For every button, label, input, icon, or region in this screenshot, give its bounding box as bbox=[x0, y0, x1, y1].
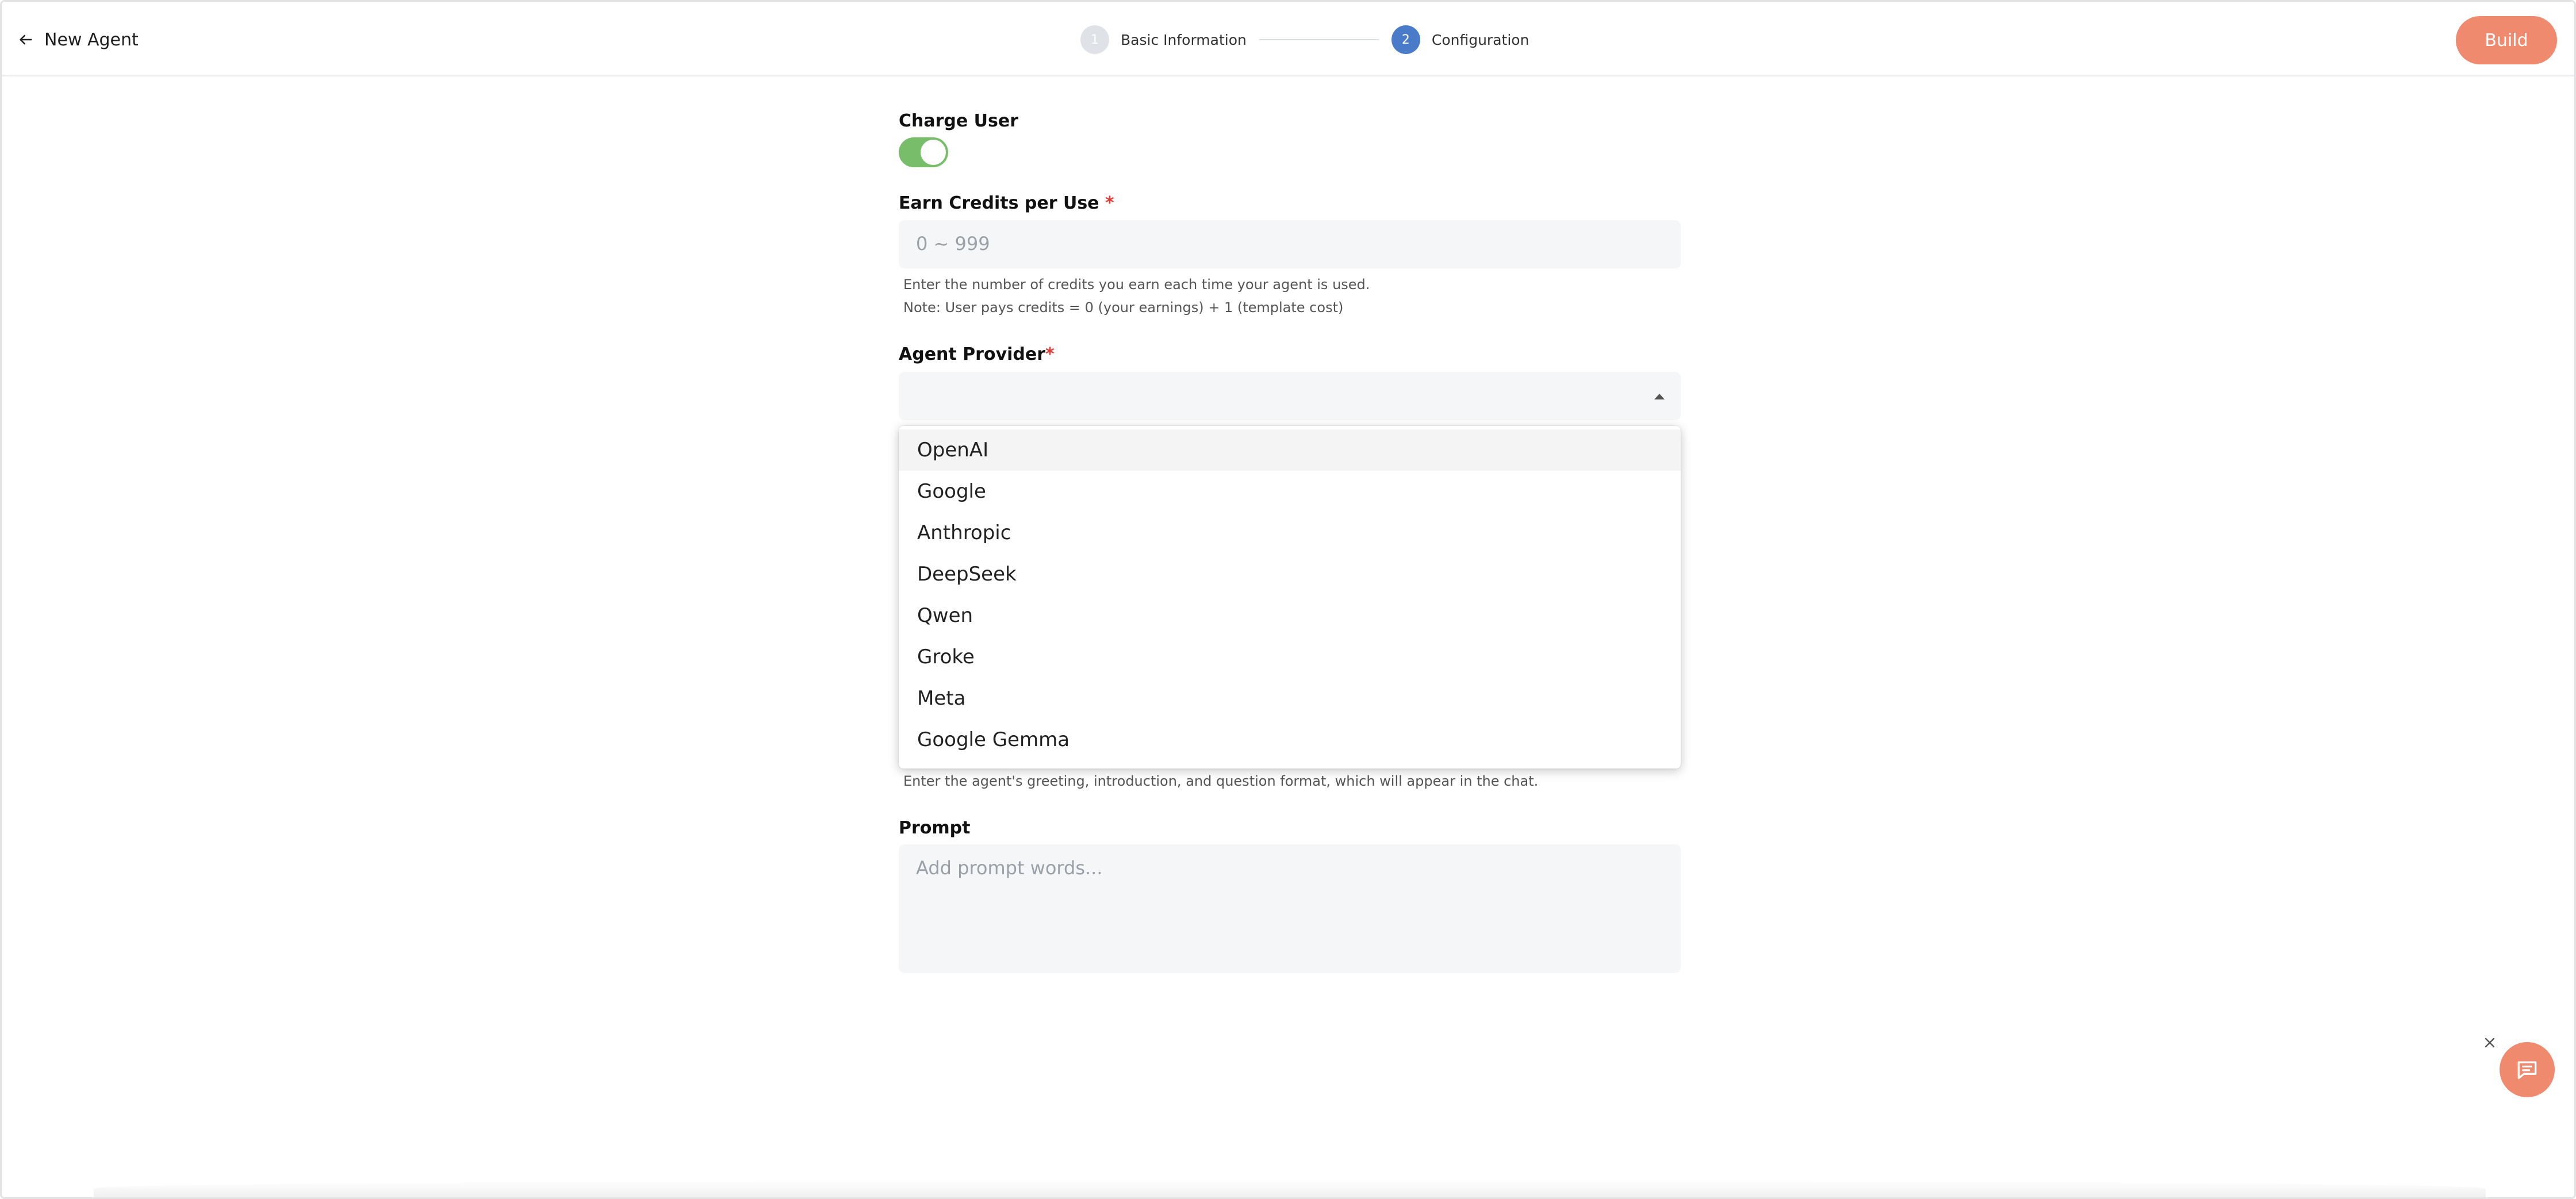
option-qwen[interactable]: Qwen bbox=[899, 595, 1681, 636]
option-groke[interactable]: Groke bbox=[899, 636, 1681, 678]
option-google[interactable]: Google bbox=[899, 471, 1681, 512]
option-google-gemma[interactable]: Google Gemma bbox=[899, 719, 1681, 760]
option-anthropic[interactable]: Anthropic bbox=[899, 512, 1681, 554]
build-button[interactable]: Build bbox=[2456, 16, 2557, 64]
earn-credits-help: Enter the number of credits you earn eac… bbox=[903, 276, 1370, 293]
earn-credits-input[interactable]: 0 ~ 999 bbox=[899, 220, 1681, 268]
step-label: Basic Information bbox=[1121, 31, 1247, 48]
chat-icon bbox=[2517, 1061, 2537, 1079]
toggle-knob bbox=[921, 140, 946, 165]
agent-provider-dropdown: OpenAI Google Anthropic DeepSeek Qwen Gr… bbox=[899, 426, 1681, 768]
required-mark: * bbox=[1045, 344, 1055, 364]
option-openai[interactable]: OpenAI bbox=[899, 429, 1681, 471]
greeting-help: Enter the agent's greeting, introduction… bbox=[903, 773, 1539, 789]
app-window: New Agent 1 Basic Information 2 Configur… bbox=[0, 0, 2576, 1199]
agent-provider-select[interactable] bbox=[899, 372, 1681, 420]
step-label: Configuration bbox=[1431, 31, 1529, 48]
arrow-left-icon bbox=[20, 34, 32, 45]
close-icon bbox=[2485, 1037, 2495, 1048]
step-configuration[interactable]: 2 Configuration bbox=[1391, 25, 1529, 54]
earn-credits-note: Note: User pays credits = 0 (your earnin… bbox=[903, 299, 1344, 316]
option-meta[interactable]: Meta bbox=[899, 678, 1681, 719]
charge-user-label: Charge User bbox=[899, 111, 1019, 131]
prompt-label: Prompt bbox=[899, 818, 971, 838]
agent-provider-label: Agent Provider* bbox=[899, 344, 1055, 364]
chat-button[interactable] bbox=[2500, 1042, 2555, 1097]
required-mark: * bbox=[1105, 193, 1114, 213]
caret-up-icon bbox=[1654, 394, 1665, 399]
chat-close-button[interactable] bbox=[2480, 1033, 2500, 1052]
step-number: 1 bbox=[1080, 25, 1109, 54]
back-button[interactable]: New Agent bbox=[18, 27, 139, 52]
bottom-edge-shadow bbox=[94, 1180, 2486, 1197]
earn-credits-placeholder: 0 ~ 999 bbox=[916, 233, 990, 255]
top-bar: New Agent 1 Basic Information 2 Configur… bbox=[2, 2, 2574, 76]
prompt-textarea[interactable]: Add prompt words... bbox=[899, 844, 1681, 973]
step-connector bbox=[1259, 39, 1379, 40]
charge-user-toggle[interactable] bbox=[899, 137, 948, 167]
step-number: 2 bbox=[1391, 25, 1420, 54]
option-deepseek[interactable]: DeepSeek bbox=[899, 554, 1681, 595]
page-title: New Agent bbox=[44, 29, 139, 50]
earn-credits-label: Earn Credits per Use * bbox=[899, 193, 1114, 213]
stepper: 1 Basic Information 2 Configuration bbox=[1080, 25, 1529, 55]
prompt-placeholder: Add prompt words... bbox=[916, 857, 1103, 879]
step-basic-information[interactable]: 1 Basic Information bbox=[1080, 25, 1247, 54]
